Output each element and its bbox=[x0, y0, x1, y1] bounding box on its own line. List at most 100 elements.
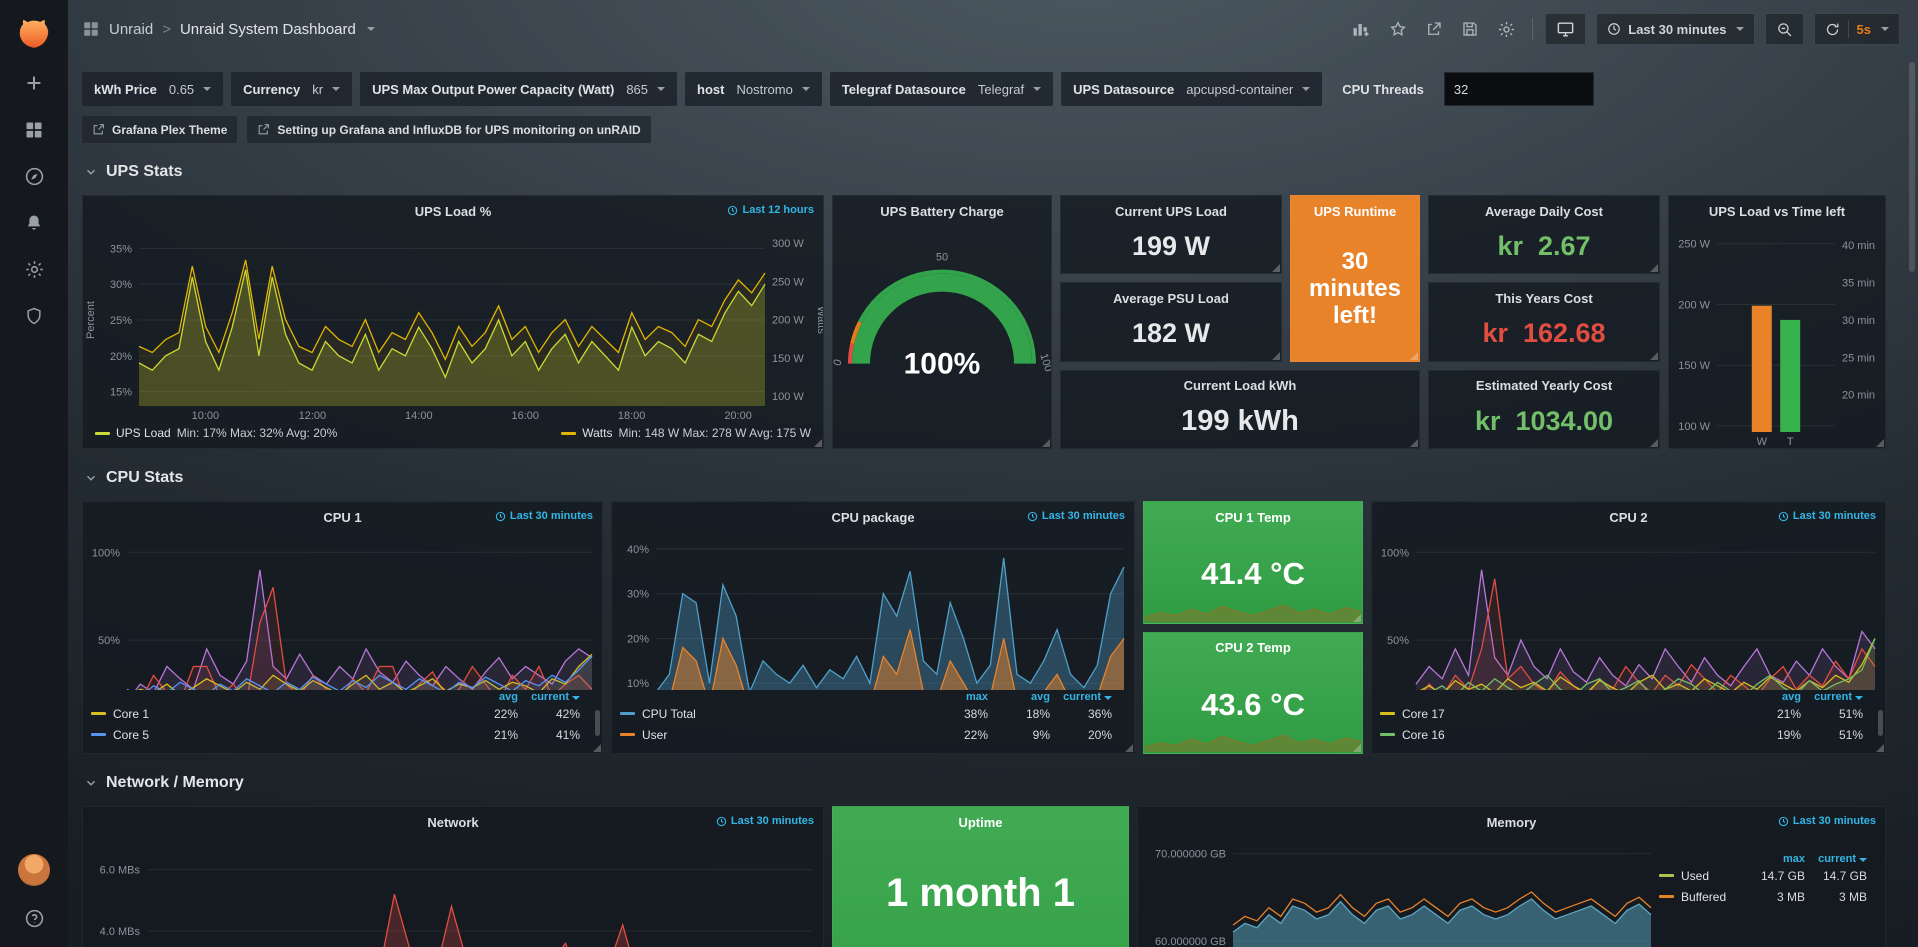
series-name[interactable]: Buffered bbox=[1681, 890, 1726, 904]
cpu1-chart[interactable]: 0%50%100%19:5520:0020:0520:1020:1520:20 bbox=[83, 532, 602, 690]
legend-column-header[interactable]: current bbox=[518, 691, 580, 703]
panel-title[interactable]: UPS Load % bbox=[415, 204, 492, 219]
panel-title[interactable]: Uptime bbox=[958, 815, 1002, 830]
explore-compass-icon[interactable] bbox=[24, 166, 45, 187]
legend-column-header[interactable]: current bbox=[1050, 691, 1112, 703]
breadcrumb-app[interactable]: Unraid bbox=[109, 21, 153, 38]
legend-row[interactable]: CPU Total38%18%36% bbox=[620, 703, 1126, 724]
variable-value[interactable]: Telegraf bbox=[978, 82, 1041, 97]
refresh-caret-icon[interactable] bbox=[1881, 27, 1889, 31]
cpu1-legend: avgcurrentCore 122%42%Core 521%41% bbox=[83, 690, 602, 753]
load-vs-time-chart[interactable]: 100 W150 W200 W250 W20 min25 min30 min35… bbox=[1669, 226, 1885, 448]
panel-title[interactable]: CPU 2 bbox=[1609, 510, 1647, 525]
legend-column-header[interactable]: current bbox=[1801, 691, 1863, 703]
legend-row[interactable]: User22%9%20% bbox=[620, 724, 1126, 745]
panel-title[interactable]: CPU 1 Temp bbox=[1215, 510, 1291, 525]
cpu-threads-input[interactable] bbox=[1444, 72, 1594, 106]
series-name[interactable]: Watts bbox=[582, 426, 612, 440]
variable-value[interactable]: Nostromo bbox=[736, 82, 809, 97]
legend-row[interactable]: Core 1619%51% bbox=[1380, 724, 1877, 745]
legend-column-header[interactable]: avg bbox=[456, 691, 518, 703]
variable-telegraf-datasource[interactable]: Telegraf DatasourceTelegraf bbox=[830, 72, 1053, 106]
link-grafana-plex-theme[interactable]: Grafana Plex Theme bbox=[82, 116, 237, 143]
variable-kwh-price[interactable]: kWh Price0.65 bbox=[82, 72, 223, 106]
legend-row[interactable]: Used14.7 GB14.7 GB bbox=[1659, 865, 1881, 886]
variable-ups-datasource[interactable]: UPS Datasourceapcupsd-container bbox=[1061, 72, 1322, 106]
series-name[interactable]: Used bbox=[1681, 869, 1709, 883]
panel-title[interactable]: Average Daily Cost bbox=[1485, 204, 1603, 219]
refresh-interval-label[interactable]: 5s bbox=[1857, 22, 1871, 37]
legend-row[interactable]: Buffered3 MB3 MB bbox=[1659, 886, 1881, 907]
panel-title[interactable]: CPU package bbox=[831, 510, 914, 525]
network-chart[interactable]: 2.0 MBs4.0 MBs6.0 MBs bbox=[83, 837, 823, 947]
memory-chart[interactable]: 50.000000 GB60.000000 GB70.000000 GB bbox=[1138, 837, 1659, 947]
series-name[interactable]: Core 16 bbox=[1402, 728, 1445, 742]
series-name[interactable]: Core 1 bbox=[113, 707, 149, 721]
battery-gauge[interactable]: 050100100% bbox=[833, 226, 1051, 448]
zoom-out-button[interactable] bbox=[1765, 13, 1804, 45]
help-icon[interactable] bbox=[24, 908, 45, 929]
time-range-picker[interactable]: Last 30 minutes bbox=[1596, 13, 1754, 45]
panel-title[interactable]: UPS Runtime bbox=[1314, 204, 1396, 219]
series-name[interactable]: CPU Total bbox=[642, 707, 696, 721]
save-icon[interactable] bbox=[1457, 16, 1483, 42]
configuration-gear-icon[interactable] bbox=[24, 259, 45, 280]
section-ups-stats[interactable]: UPS Stats bbox=[84, 157, 1886, 187]
add-panel-icon[interactable] bbox=[1347, 15, 1375, 43]
ups-load-chart[interactable]: 15%20%25%30%35%100 W150 W200 W250 W300 W… bbox=[83, 226, 823, 422]
variable-currency[interactable]: Currencykr bbox=[231, 72, 352, 106]
legend-row[interactable]: Core 122%42% bbox=[91, 703, 594, 724]
series-name[interactable]: Core 17 bbox=[1402, 707, 1445, 721]
cpu2-chart[interactable]: 0%50%100%19:5520:0020:0520:1020:1520:20 bbox=[1372, 532, 1885, 690]
panel-title[interactable]: Current Load kWh bbox=[1184, 378, 1297, 393]
user-avatar[interactable] bbox=[18, 854, 50, 886]
cpu-package-chart[interactable]: 0%10%20%30%40%19:5520:0020:0520:1020:152… bbox=[612, 532, 1134, 690]
refresh-icon[interactable] bbox=[1825, 22, 1840, 37]
section-network-memory[interactable]: Network / Memory bbox=[84, 768, 1886, 798]
series-name[interactable]: User bbox=[642, 728, 667, 742]
legend-column-header[interactable]: avg bbox=[1739, 691, 1801, 703]
grafana-logo[interactable] bbox=[13, 12, 55, 54]
series-name[interactable]: Core 5 bbox=[113, 728, 149, 742]
variable-value[interactable]: kr bbox=[312, 82, 340, 97]
link-ups-monitoring-guide[interactable]: Setting up Grafana and InfluxDB for UPS … bbox=[247, 116, 650, 143]
legend-column-header[interactable]: avg bbox=[988, 691, 1050, 703]
series-value: 3 MB bbox=[1743, 890, 1805, 904]
series-name[interactable]: UPS Load bbox=[116, 426, 171, 440]
panel-title[interactable]: Memory bbox=[1487, 815, 1537, 830]
share-icon[interactable] bbox=[1421, 16, 1447, 42]
title-caret-icon[interactable] bbox=[367, 27, 375, 31]
cycle-view-button[interactable] bbox=[1545, 13, 1586, 45]
alerting-bell-icon[interactable] bbox=[24, 213, 44, 233]
panel-title[interactable]: Average PSU Load bbox=[1113, 291, 1229, 306]
legend-row[interactable]: Core 521%41% bbox=[91, 724, 594, 745]
create-plus-icon[interactable] bbox=[23, 72, 45, 94]
server-admin-shield-icon[interactable] bbox=[24, 306, 44, 326]
legend-series[interactable]: UPS LoadMin: 17% Max: 32% Avg: 20% bbox=[95, 426, 337, 440]
panel-title[interactable]: This Years Cost bbox=[1495, 291, 1592, 306]
panel-title[interactable]: CPU 2 Temp bbox=[1215, 640, 1291, 655]
variable-host[interactable]: hostNostromo bbox=[685, 72, 822, 106]
legend-series[interactable]: WattsMin: 148 W Max: 278 W Avg: 175 W bbox=[561, 426, 811, 440]
refresh-picker[interactable]: 5s bbox=[1814, 13, 1900, 45]
panel-title[interactable]: CPU 1 bbox=[323, 510, 361, 525]
page-title[interactable]: Unraid System Dashboard bbox=[180, 21, 356, 38]
panel-title[interactable]: UPS Battery Charge bbox=[880, 204, 1004, 219]
star-icon[interactable] bbox=[1385, 16, 1411, 42]
page-scrollbar[interactable] bbox=[1909, 62, 1915, 272]
panel-title[interactable]: UPS Load vs Time left bbox=[1709, 204, 1845, 219]
variable-ups-max-output[interactable]: UPS Max Output Power Capacity (Watt)865 bbox=[360, 72, 677, 106]
section-cpu-stats[interactable]: CPU Stats bbox=[84, 463, 1886, 493]
legend-column-header[interactable]: max bbox=[1743, 853, 1805, 865]
legend-column-header[interactable]: current bbox=[1805, 853, 1867, 865]
dashboards-icon[interactable] bbox=[24, 120, 44, 140]
variable-value[interactable]: 0.65 bbox=[169, 82, 211, 97]
panel-title[interactable]: Current UPS Load bbox=[1115, 204, 1227, 219]
dashboard-settings-gear-icon[interactable] bbox=[1493, 16, 1520, 43]
panel-title[interactable]: Network bbox=[427, 815, 478, 830]
legend-row[interactable]: Core 1721%51% bbox=[1380, 703, 1877, 724]
legend-column-header[interactable]: max bbox=[926, 691, 988, 703]
variable-value[interactable]: apcupsd-container bbox=[1186, 82, 1310, 97]
variable-value[interactable]: 865 bbox=[626, 82, 665, 97]
panel-title[interactable]: Estimated Yearly Cost bbox=[1476, 378, 1612, 393]
